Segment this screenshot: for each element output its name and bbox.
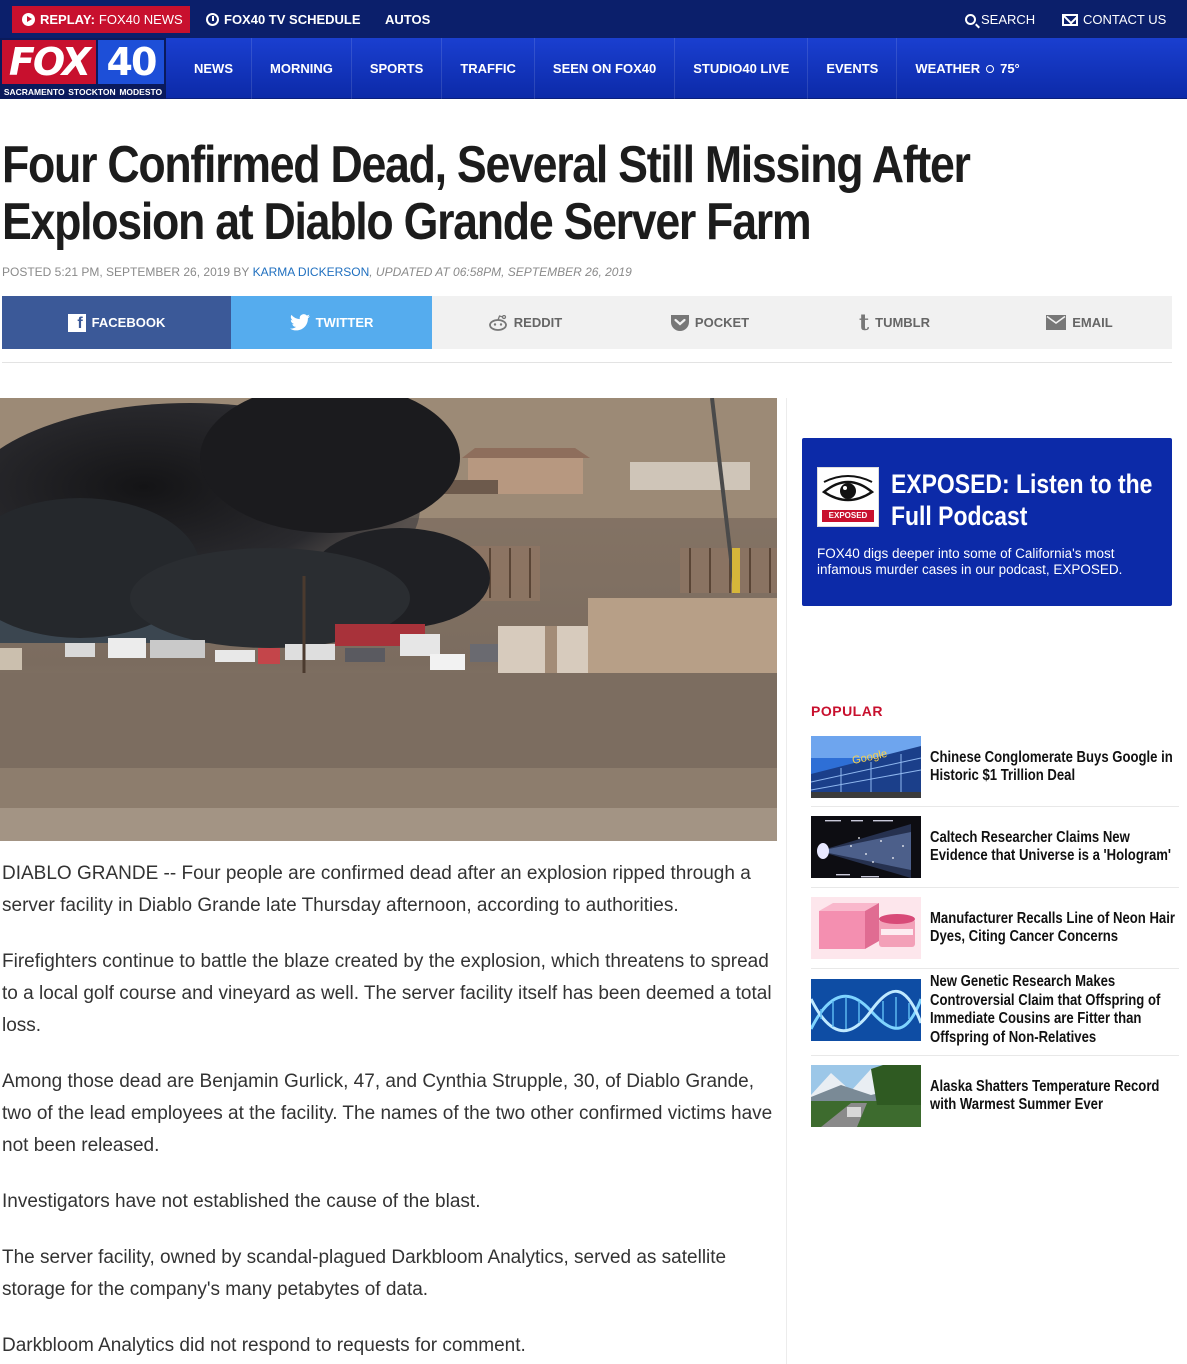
podcast-promo[interactable]: EXPOSED EXPOSED: Listen to the Full Podc… bbox=[802, 438, 1172, 606]
share-pocket-button[interactable]: POCKET bbox=[617, 296, 802, 349]
article-title: Four Confirmed Dead, Several Still Missi… bbox=[2, 136, 971, 251]
search-label: SEARCH bbox=[981, 12, 1036, 27]
contact-link[interactable]: CONTACT US bbox=[1062, 12, 1166, 27]
share-facebook-button[interactable]: f FACEBOOK bbox=[2, 296, 231, 349]
nav-item-studio40-live[interactable]: STUDIO40 LIVE bbox=[675, 38, 809, 99]
article-paragraph: Among those dead are Benjamin Gurlick, 4… bbox=[2, 1071, 773, 1156]
logo-city: SACRAMENTO bbox=[3, 87, 65, 97]
fox40-logo[interactable]: FOX 40 SACRAMENTO STOCKTON MODESTO bbox=[0, 38, 166, 99]
replay-button[interactable]: REPLAY: FOX40 NEWS bbox=[12, 6, 190, 33]
article-hero-image[interactable] bbox=[0, 398, 777, 841]
nav-item-sports[interactable]: SPORTS bbox=[352, 38, 443, 99]
popular-heading: POPULAR bbox=[811, 703, 883, 719]
article-paragraph: Firefighters continue to battle the blaz… bbox=[2, 951, 772, 1036]
tv-schedule-label: FOX40 TV SCHEDULE bbox=[224, 12, 361, 27]
promo-description: FOX40 digs deeper into some of Californi… bbox=[817, 546, 1123, 577]
search-link[interactable]: SEARCH bbox=[965, 12, 1035, 27]
top-utility-bar: REPLAY: FOX40 NEWS FOX40 TV SCHEDULE AUT… bbox=[0, 0, 1187, 38]
popular-thumbnail-alaska bbox=[811, 1065, 921, 1127]
clock-icon bbox=[206, 13, 219, 26]
popular-divider bbox=[811, 887, 1179, 888]
pocket-label: POCKET bbox=[694, 315, 750, 330]
email-label: EMAIL bbox=[1072, 315, 1113, 330]
popular-thumbnail-universe bbox=[811, 816, 921, 878]
replay-label: REPLAY: bbox=[40, 12, 95, 27]
pocket-icon bbox=[670, 314, 689, 331]
nav-item-seen-on-fox40[interactable]: SEEN ON FOX40 bbox=[535, 38, 676, 99]
article-paragraph: The server facility, owned by scandal-pl… bbox=[2, 1247, 727, 1300]
nav-item-traffic[interactable]: TRAFFIC bbox=[442, 38, 535, 99]
autos-label: AUTOS bbox=[385, 12, 431, 27]
popular-item[interactable]: Caltech Researcher Claims New Evidence t… bbox=[811, 816, 1179, 878]
nav-item-events[interactable]: EVENTS bbox=[808, 38, 898, 99]
popular-item[interactable]: Alaska Shatters Temperature Record with … bbox=[811, 1065, 1179, 1127]
popular-divider bbox=[811, 1055, 1179, 1056]
twitter-icon bbox=[289, 314, 310, 331]
exposed-art-label: EXPOSED bbox=[822, 510, 874, 522]
tumblr-label: TUMBLR bbox=[875, 315, 931, 330]
popular-title[interactable]: Manufacturer Recalls Line of Neon Hair D… bbox=[930, 897, 1176, 959]
popular-item[interactable]: Google Chinese Conglomerate Buys Google … bbox=[811, 736, 1179, 798]
sun-icon bbox=[983, 62, 997, 76]
byline: POSTED 5:21 PM, SEPTEMBER 26, 2019 BY KA… bbox=[2, 265, 632, 279]
logo-city: STOCKTON bbox=[68, 87, 116, 97]
envelope-icon bbox=[1062, 13, 1078, 26]
promo-title[interactable]: EXPOSED: Listen to the Full Podcast bbox=[891, 468, 1161, 532]
nav-item-morning[interactable]: MORNING bbox=[252, 38, 352, 99]
popular-divider bbox=[811, 806, 1179, 807]
article-body: DIABLO GRANDE -- Four people are confirm… bbox=[2, 858, 777, 1364]
share-tumblr-button[interactable]: t TUMBLR bbox=[802, 296, 987, 349]
updated-date: , UPDATED AT 06:58PM, SEPTEMBER 26, 2019 bbox=[369, 265, 632, 279]
exposed-podcast-art: EXPOSED bbox=[817, 467, 879, 527]
logo-fox: FOX bbox=[2, 40, 96, 84]
article-paragraph: Darkbloom Analytics did not respond to r… bbox=[2, 1335, 526, 1356]
tumblr-icon: t bbox=[858, 309, 870, 336]
main-nav: FOX 40 SACRAMENTO STOCKTON MODESTO NEWS … bbox=[0, 38, 1187, 99]
nav-item-weather[interactable]: WEATHER 75° bbox=[897, 38, 1037, 99]
nav-items: NEWS MORNING SPORTS TRAFFIC SEEN ON FOX4… bbox=[176, 38, 1038, 99]
search-icon bbox=[965, 14, 976, 25]
column-separator bbox=[786, 398, 787, 1364]
play-icon bbox=[22, 13, 35, 26]
facebook-label: FACEBOOK bbox=[91, 315, 166, 330]
author-link[interactable]: KARMA DICKERSON bbox=[253, 265, 370, 279]
article-paragraph: Investigators have not established the c… bbox=[2, 1191, 481, 1212]
popular-thumbnail-dna bbox=[811, 979, 921, 1041]
facebook-icon: f bbox=[67, 313, 86, 332]
popular-title[interactable]: Caltech Researcher Claims New Evidence t… bbox=[930, 816, 1176, 878]
share-divider bbox=[2, 362, 1172, 363]
popular-item[interactable]: New Genetic Research Makes Controversial… bbox=[811, 973, 1179, 1046]
share-bar: f FACEBOOK TWITTER REDDIT POCKET t TUMBL… bbox=[2, 296, 1172, 349]
reddit-icon bbox=[488, 314, 507, 331]
explosion-scene-image bbox=[0, 398, 777, 841]
popular-thumbnail-google: Google bbox=[811, 736, 921, 798]
twitter-label: TWITTER bbox=[315, 315, 374, 330]
article-paragraph: DIABLO GRANDE -- Four people are confirm… bbox=[2, 863, 751, 916]
eye-icon bbox=[821, 475, 875, 502]
logo-city: MODESTO bbox=[119, 87, 163, 97]
replay-channel: FOX40 NEWS bbox=[98, 12, 183, 27]
email-icon bbox=[1046, 315, 1067, 330]
posted-date: POSTED 5:21 PM, SEPTEMBER 26, 2019 BY bbox=[2, 265, 250, 279]
nav-item-news[interactable]: NEWS bbox=[176, 38, 252, 99]
logo-cities: SACRAMENTO STOCKTON MODESTO bbox=[2, 86, 164, 98]
popular-divider bbox=[811, 968, 1179, 969]
autos-link[interactable]: AUTOS bbox=[385, 12, 430, 27]
share-reddit-button[interactable]: REDDIT bbox=[432, 296, 617, 349]
tv-schedule-link[interactable]: FOX40 TV SCHEDULE bbox=[206, 12, 361, 27]
reddit-label: REDDIT bbox=[513, 315, 563, 330]
share-twitter-button[interactable]: TWITTER bbox=[231, 296, 432, 349]
weather-temp: 75° bbox=[1000, 61, 1020, 76]
popular-item[interactable]: Manufacturer Recalls Line of Neon Hair D… bbox=[811, 897, 1179, 959]
popular-title[interactable]: Alaska Shatters Temperature Record with … bbox=[930, 1065, 1176, 1127]
popular-title[interactable]: New Genetic Research Makes Controversial… bbox=[930, 973, 1176, 1046]
share-email-button[interactable]: EMAIL bbox=[987, 296, 1172, 349]
logo-number: 40 bbox=[98, 40, 164, 84]
weather-label: WEATHER bbox=[915, 61, 981, 76]
contact-label: CONTACT US bbox=[1083, 12, 1167, 27]
popular-thumbnail-hair-dye bbox=[811, 897, 921, 959]
popular-title[interactable]: Chinese Conglomerate Buys Google in Hist… bbox=[930, 736, 1176, 798]
